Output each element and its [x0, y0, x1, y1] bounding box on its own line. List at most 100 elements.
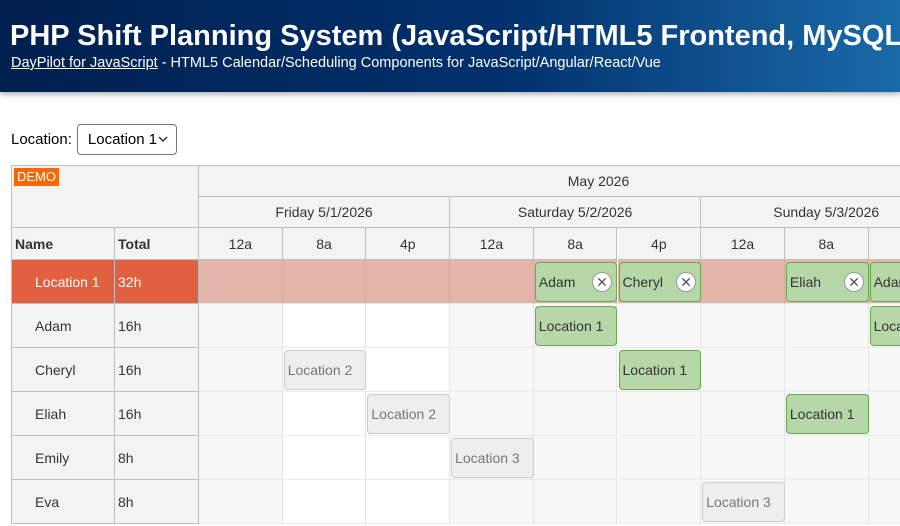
grid-cell[interactable]	[450, 304, 534, 348]
grid-cell[interactable]	[366, 260, 451, 304]
grid-cell[interactable]	[701, 260, 785, 304]
grid-cell[interactable]	[701, 304, 785, 348]
shift-event-label: Location 3	[455, 450, 520, 466]
location-label: Location:	[11, 131, 72, 148]
day-header: Sunday 5/3/2026	[701, 197, 900, 228]
grid-cell[interactable]	[450, 392, 534, 436]
grid-cell[interactable]	[450, 480, 534, 524]
grid-cell[interactable]	[199, 392, 283, 436]
grid-cell[interactable]	[701, 348, 785, 392]
grid-cell[interactable]	[366, 348, 451, 392]
demo-badge: DEMO	[14, 168, 59, 186]
row-total: 32h	[115, 260, 199, 304]
grid-cell[interactable]	[868, 436, 900, 480]
scheduler-corner: DEMO	[11, 165, 199, 228]
grid-cell[interactable]	[282, 260, 367, 304]
shift-event-label: Location 1	[789, 406, 855, 422]
row-total: 16h	[115, 348, 199, 392]
location-filter: Location: Location 1	[11, 124, 177, 155]
grid-cell[interactable]	[533, 392, 618, 436]
shift-event[interactable]: Location 2	[367, 394, 451, 434]
grid-cell[interactable]	[617, 304, 702, 348]
shift-event-label: Location 2	[287, 362, 353, 378]
grid-cell[interactable]	[784, 304, 869, 348]
grid-cell[interactable]	[366, 436, 451, 480]
row-name[interactable]: Emily	[11, 436, 115, 480]
grid-cell[interactable]	[282, 392, 367, 436]
shift-event-label: Location 3	[706, 494, 771, 510]
row-name[interactable]: Adam	[11, 304, 115, 348]
grid-cell[interactable]	[366, 304, 451, 348]
grid-cell[interactable]	[450, 260, 534, 304]
shift-event[interactable]: Cheryl	[618, 262, 702, 302]
column-header-name[interactable]: Name	[11, 228, 115, 260]
chevron-down-icon	[158, 136, 168, 143]
grid-cell[interactable]	[868, 392, 900, 436]
row-name[interactable]: Location 1	[11, 260, 115, 304]
grid-cell[interactable]	[282, 480, 367, 524]
grid-cell[interactable]	[784, 480, 869, 524]
grid-cell[interactable]	[617, 436, 702, 480]
page-title: PHP Shift Planning System (JavaScript/HT…	[10, 20, 900, 52]
shift-event[interactable]: Adam	[534, 262, 618, 302]
grid-cell[interactable]	[701, 436, 785, 480]
shift-event-label: Eliah	[789, 274, 822, 290]
shift-event[interactable]: Location 3	[702, 482, 785, 522]
grid-cell[interactable]	[617, 480, 702, 524]
shift-event-label: Location 1	[622, 362, 688, 378]
delete-icon[interactable]	[592, 272, 613, 292]
grid-cell[interactable]	[784, 436, 869, 480]
app-header: PHP Shift Planning System (JavaScript/HT…	[0, 0, 900, 92]
shift-event[interactable]: Location 1	[869, 306, 900, 346]
grid-cell[interactable]	[533, 348, 618, 392]
grid-cell[interactable]	[282, 304, 367, 348]
grid-cell[interactable]	[366, 480, 451, 524]
shift-event[interactable]: Location 3	[451, 438, 534, 478]
shift-event[interactable]: Adam	[869, 262, 900, 302]
grid-cell[interactable]	[450, 348, 534, 392]
grid-cell[interactable]	[868, 348, 900, 392]
shift-event[interactable]: Eliah	[785, 262, 869, 302]
grid-cell[interactable]	[199, 480, 283, 524]
shift-event[interactable]: Location 1	[618, 350, 702, 390]
grid-cell[interactable]	[282, 436, 367, 480]
shift-event[interactable]: Location 2	[283, 350, 367, 390]
row-name[interactable]: Cheryl	[11, 348, 115, 392]
grid-cell[interactable]	[617, 392, 702, 436]
grid-cell[interactable]	[533, 480, 618, 524]
hour-header: 12a	[701, 228, 785, 260]
grid-cell[interactable]	[784, 348, 869, 392]
page-subtitle: DayPilot for JavaScript - HTML5 Calendar…	[11, 55, 661, 71]
grid-cell[interactable]	[701, 392, 785, 436]
grid-cell[interactable]	[199, 348, 283, 392]
shift-event[interactable]: Location 1	[534, 306, 618, 346]
grid-cell[interactable]	[199, 260, 283, 304]
grid-cell[interactable]	[868, 480, 900, 524]
column-header-total[interactable]: Total	[115, 228, 199, 260]
shift-event-label: Adam	[873, 274, 900, 290]
row-total: 16h	[115, 304, 199, 348]
delete-icon[interactable]	[843, 272, 864, 292]
grid-cell[interactable]	[199, 304, 283, 348]
grid-cell[interactable]	[199, 436, 283, 480]
grid-cell[interactable]	[533, 436, 618, 480]
shift-event-label: Location 2	[371, 406, 436, 422]
delete-icon[interactable]	[676, 272, 697, 292]
hour-header: 8a	[282, 228, 367, 260]
hour-header: 8a	[533, 228, 618, 260]
hour-header: 4p	[617, 228, 702, 260]
daypilot-link[interactable]: DayPilot for JavaScript	[11, 55, 158, 71]
hour-header: 8a	[784, 228, 869, 260]
row-name[interactable]: Eliah	[11, 392, 115, 436]
row-name[interactable]: Eva	[11, 480, 115, 524]
hour-header	[868, 228, 900, 260]
location-select[interactable]: Location 1	[76, 124, 177, 155]
row-total: 8h	[115, 436, 199, 480]
scheduler: DEMO May 2026 Friday 5/1/2026 Saturday 5/2/…	[11, 165, 900, 526]
day-header: Friday 5/1/2026	[199, 197, 451, 228]
day-header: Saturday 5/2/2026	[450, 197, 702, 228]
row-total: 8h	[115, 480, 199, 524]
row-total: 16h	[115, 392, 199, 436]
hour-header: 12a	[199, 228, 283, 260]
shift-event[interactable]: Location 1	[785, 394, 869, 434]
